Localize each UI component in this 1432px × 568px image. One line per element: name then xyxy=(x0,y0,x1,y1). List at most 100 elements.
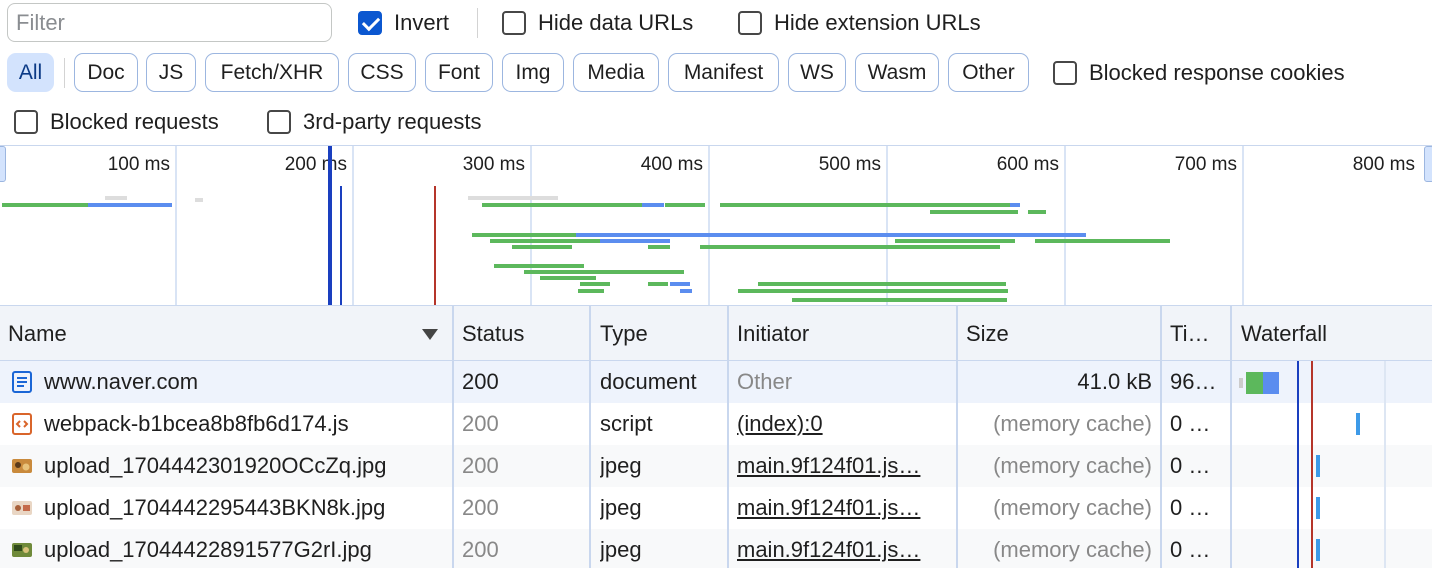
request-bar xyxy=(468,196,558,200)
column-resizer[interactable] xyxy=(589,306,591,568)
request-bar xyxy=(1010,203,1020,207)
overview-right-handle[interactable] xyxy=(1424,146,1432,182)
request-bar xyxy=(738,289,1008,293)
request-bar xyxy=(2,203,88,207)
timeline-tick-label: 400 ms xyxy=(640,154,703,175)
request-bar xyxy=(576,233,1086,237)
request-bar xyxy=(512,245,572,249)
request-time: 0 … xyxy=(1170,537,1211,562)
filter-chip-doc[interactable]: Doc xyxy=(74,53,138,92)
timeline-gridline xyxy=(352,146,354,305)
filter-chip-font[interactable]: Font xyxy=(425,53,493,92)
column-resizer[interactable] xyxy=(1160,306,1162,568)
checkbox-icon[interactable] xyxy=(502,11,526,35)
table-row[interactable]: upload_1704442301920OCcZq.jpg 200 jpeg m… xyxy=(0,445,1432,487)
checkbox-icon[interactable] xyxy=(1053,61,1077,85)
filter-chip-wasm[interactable]: Wasm xyxy=(855,53,939,92)
waterfall-bar xyxy=(1316,497,1320,519)
checkbox-icon[interactable] xyxy=(14,110,38,134)
filter-chip-ws[interactable]: WS xyxy=(788,53,846,92)
column-resizer[interactable] xyxy=(956,306,958,568)
hide-data-urls-label: Hide data URLs xyxy=(538,10,694,35)
waterfall-bar-cell xyxy=(1232,529,1432,568)
request-time: 0 … xyxy=(1170,495,1211,520)
request-bar xyxy=(648,282,668,286)
image-thumbnail-icon xyxy=(12,459,32,473)
timeline-tick-label: 100 ms xyxy=(107,154,170,175)
table-row[interactable]: webpack-b1bcea8b8fb6d174.js 200 script (… xyxy=(0,403,1432,445)
request-initiator-link[interactable]: main.9f124f01.js… xyxy=(737,445,942,487)
request-name[interactable]: upload_1704442295443BKN8k.jpg xyxy=(44,487,444,529)
request-initiator-link[interactable]: (index):0 xyxy=(737,403,942,445)
table-row[interactable]: upload_17044422891577G2rI.jpg 200 jpeg m… xyxy=(0,529,1432,568)
overview-left-handle[interactable] xyxy=(0,146,6,182)
filter-chip-css[interactable]: CSS xyxy=(348,53,416,92)
third-party-requests-checkbox[interactable]: 3rd-party requests xyxy=(267,109,482,135)
request-bar xyxy=(1028,210,1046,214)
request-size: 41.0 kB xyxy=(1077,369,1152,394)
request-bar xyxy=(600,239,670,243)
document-icon xyxy=(12,371,32,393)
filter-chip-media[interactable]: Media xyxy=(573,53,659,92)
request-bar xyxy=(1035,239,1170,243)
column-header-waterfall[interactable]: Waterfall xyxy=(1241,306,1327,361)
request-bar xyxy=(670,282,690,286)
request-bar xyxy=(494,264,584,268)
request-time: 0 … xyxy=(1170,411,1211,436)
request-status: 200 xyxy=(462,411,499,436)
request-name[interactable]: upload_1704442301920OCcZq.jpg xyxy=(44,445,444,487)
column-header-time[interactable]: Ti… xyxy=(1170,306,1210,361)
request-initiator-link[interactable]: main.9f124f01.js… xyxy=(737,487,942,529)
third-party-requests-label: 3rd-party requests xyxy=(303,109,482,134)
request-bar xyxy=(195,198,203,202)
filter-chip-img[interactable]: Img xyxy=(502,53,564,92)
table-row[interactable]: www.naver.com 200 document Other 41.0 kB… xyxy=(0,361,1432,403)
column-resizer[interactable] xyxy=(452,306,454,568)
column-header-type[interactable]: Type xyxy=(600,306,648,361)
filter-chip-fetch-xhr[interactable]: Fetch/XHR xyxy=(205,53,339,92)
request-name[interactable]: upload_17044422891577G2rI.jpg xyxy=(44,529,444,568)
column-header-size[interactable]: Size xyxy=(966,306,1009,361)
hide-data-urls-checkbox[interactable]: Hide data URLs xyxy=(502,10,693,36)
filter-input[interactable] xyxy=(7,3,332,42)
waterfall-bar-cell xyxy=(1232,445,1432,487)
column-resizer[interactable] xyxy=(727,306,729,568)
column-header-name[interactable]: Name xyxy=(8,306,67,361)
filter-chip-js[interactable]: JS xyxy=(146,53,196,92)
network-overview-timeline[interactable]: 100 ms 200 ms 300 ms 400 ms 500 ms 600 m… xyxy=(0,145,1432,306)
waterfall-bar xyxy=(1316,455,1320,477)
timeline-tick-label: 300 ms xyxy=(462,154,525,175)
request-bar xyxy=(105,196,127,200)
request-type: document xyxy=(600,369,697,394)
request-initiator: Other xyxy=(737,369,793,394)
timeline-tick-label: 600 ms xyxy=(996,154,1059,175)
table-row[interactable]: upload_1704442295443BKN8k.jpg 200 jpeg m… xyxy=(0,487,1432,529)
checkbox-icon[interactable] xyxy=(738,11,762,35)
column-resizer[interactable] xyxy=(1230,306,1232,568)
request-name[interactable]: webpack-b1bcea8b8fb6d174.js xyxy=(44,403,444,445)
waterfall-bar xyxy=(1316,539,1320,561)
request-bar xyxy=(930,210,1018,214)
request-name[interactable]: www.naver.com xyxy=(44,361,444,403)
blocked-requests-checkbox[interactable]: Blocked requests xyxy=(14,109,219,135)
request-bar xyxy=(578,289,604,293)
filter-chip-manifest[interactable]: Manifest xyxy=(668,53,779,92)
timeline-gridline xyxy=(708,146,710,305)
sort-descending-icon[interactable] xyxy=(422,329,438,340)
hide-extension-urls-checkbox[interactable]: Hide extension URLs xyxy=(738,10,981,36)
request-size: (memory cache) xyxy=(993,411,1152,436)
column-header-initiator[interactable]: Initiator xyxy=(737,306,809,361)
request-status: 200 xyxy=(462,453,499,478)
image-thumbnail-icon xyxy=(12,501,32,515)
blocked-response-cookies-label: Blocked response cookies xyxy=(1089,60,1345,85)
checkbox-icon[interactable] xyxy=(267,110,291,134)
blocked-response-cookies-checkbox[interactable]: Blocked response cookies xyxy=(1053,60,1345,86)
column-header-status[interactable]: Status xyxy=(462,306,524,361)
network-toolbar: Invert Hide data URLs Hide extension URL… xyxy=(0,0,1432,46)
request-initiator-link[interactable]: main.9f124f01.js… xyxy=(737,529,942,568)
checkbox-checked-icon[interactable] xyxy=(358,11,382,35)
filter-chip-all[interactable]: All xyxy=(7,53,54,92)
timeline-gridline xyxy=(530,146,532,305)
filter-chip-other[interactable]: Other xyxy=(948,53,1029,92)
invert-checkbox[interactable]: Invert xyxy=(358,10,449,36)
